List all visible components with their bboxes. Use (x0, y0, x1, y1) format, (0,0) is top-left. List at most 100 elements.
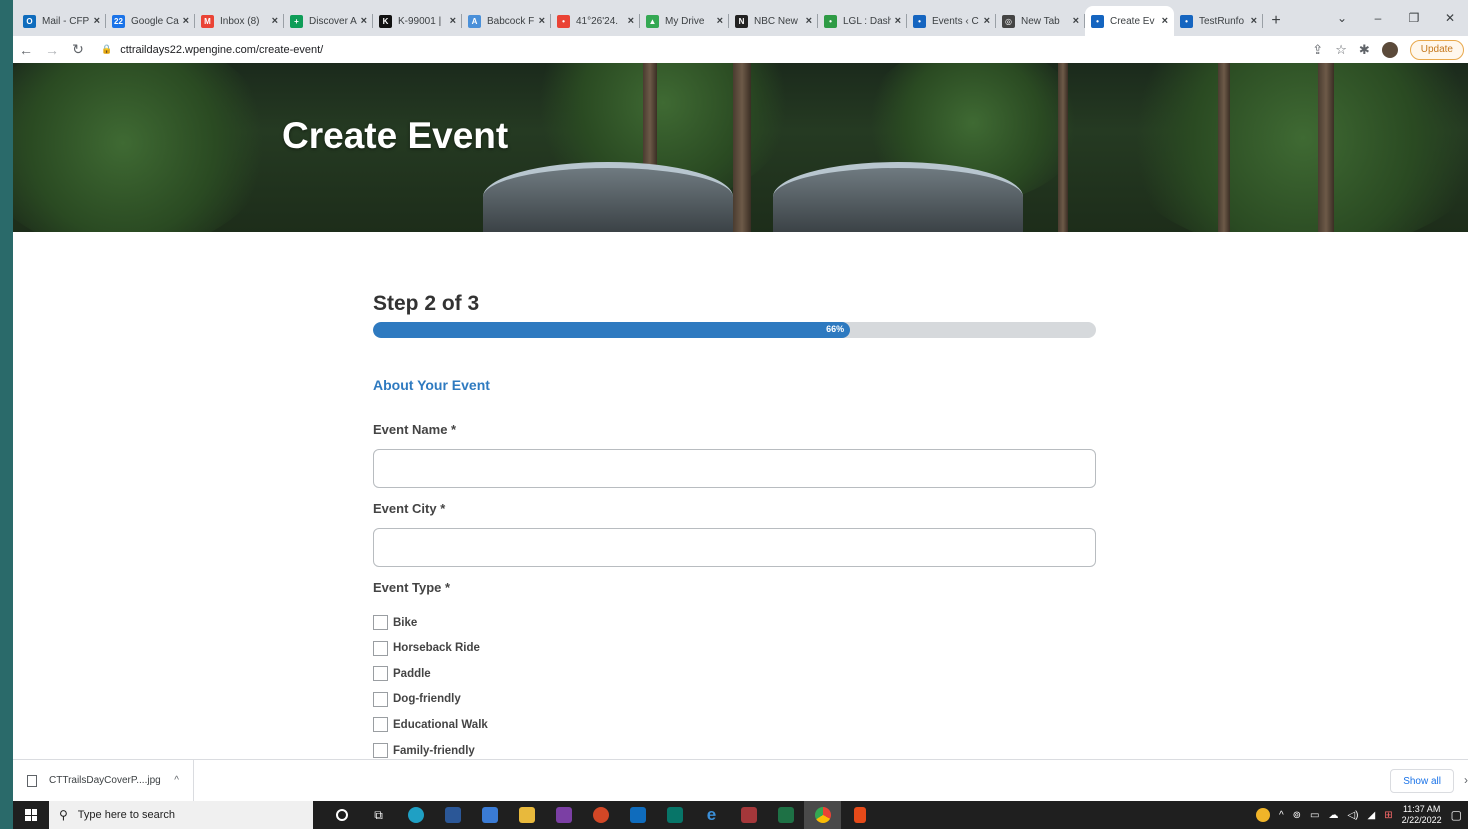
taskbar-search[interactable]: ⚲ Type here to search (49, 801, 313, 829)
event-type-option[interactable]: Dog-friendly (373, 691, 461, 707)
taskbar-clock[interactable]: 11:37 AM 2/22/2022 (1402, 804, 1442, 826)
file-icon (27, 774, 37, 787)
chrome-icon[interactable] (804, 801, 841, 829)
browser-tab[interactable]: • LGL : Dash × (818, 6, 907, 36)
browser-tab[interactable]: N NBC New × (729, 6, 818, 36)
event-type-option[interactable]: Bike (373, 615, 417, 630)
event-type-option[interactable]: Horseback Ride (373, 640, 480, 656)
browser-tab[interactable]: ▲ My Drive × (640, 6, 729, 36)
back-arrow-icon[interactable]: ← (13, 42, 39, 58)
progress-percent-label: 66% (826, 324, 845, 334)
browser-tab[interactable]: ◎ New Tab × (996, 6, 1085, 36)
calculator-icon[interactable] (471, 801, 508, 829)
taskbar-apps: ⧉ e (323, 801, 878, 829)
window-controls: ⌄ – ❐ ✕ (1324, 0, 1468, 36)
access-icon[interactable] (730, 801, 767, 829)
start-button[interactable] (13, 801, 49, 829)
tab-close-icon[interactable]: × (539, 15, 545, 27)
checkbox[interactable] (373, 666, 388, 682)
checkbox[interactable] (373, 743, 388, 758)
tab-close-icon[interactable]: × (1073, 15, 1079, 27)
show-all-button[interactable]: Show all (1390, 769, 1454, 793)
clock-time: 11:37 AM (1402, 804, 1441, 814)
browser-tab[interactable]: • 41°26'24. × (551, 6, 640, 36)
tab-close-icon[interactable]: × (1162, 15, 1168, 27)
tab-favicon-icon: • (1091, 14, 1104, 28)
minimize-button[interactable]: – (1360, 11, 1396, 25)
event-type-option[interactable]: Educational Walk (373, 717, 488, 733)
checkbox[interactable] (373, 640, 388, 656)
tab-close-icon[interactable]: × (628, 15, 634, 27)
excel-icon[interactable] (767, 801, 804, 829)
checkbox[interactable] (373, 615, 388, 630)
tray-app-icon[interactable]: ⊚ (1293, 810, 1301, 821)
event-name-input[interactable] (373, 449, 1096, 488)
internet-explorer-icon[interactable]: e (693, 801, 730, 829)
browser-tab[interactable]: • Create Ev × (1085, 6, 1174, 36)
bookmark-star-icon[interactable]: ☆ (1335, 42, 1347, 58)
browser-tab[interactable]: • TestRunfo × (1174, 6, 1263, 36)
tab-close-icon[interactable]: × (984, 15, 990, 27)
publisher-icon[interactable] (656, 801, 693, 829)
checkbox[interactable] (373, 691, 388, 707)
task-view-icon[interactable]: ⧉ (360, 801, 397, 829)
edge-icon[interactable] (397, 801, 434, 829)
hero-tree-trunk (1058, 63, 1068, 232)
chevron-up-icon[interactable]: ^ (1279, 810, 1284, 821)
office-icon[interactable] (841, 801, 878, 829)
event-city-input[interactable] (373, 528, 1096, 567)
onenote-icon[interactable] (545, 801, 582, 829)
progress-bar: 66% (373, 322, 1096, 338)
tab-close-icon[interactable]: × (183, 15, 189, 27)
tab-close-icon[interactable]: × (450, 15, 456, 27)
event-type-option[interactable]: Family-friendly (373, 743, 475, 758)
tab-favicon-icon: ▲ (646, 14, 659, 28)
forward-arrow-icon[interactable]: → (39, 42, 65, 58)
outlook-icon[interactable] (619, 801, 656, 829)
reload-icon[interactable]: ↻ (65, 41, 91, 58)
close-downloads-icon[interactable]: › (1464, 773, 1468, 787)
update-button[interactable]: Update (1409, 39, 1464, 60)
tab-search-icon[interactable]: ⌄ (1324, 11, 1360, 25)
word-icon[interactable] (434, 801, 471, 829)
volume-icon[interactable]: ◁) (1347, 810, 1358, 821)
battery-icon[interactable]: ▭ (1310, 810, 1319, 821)
tab-close-icon[interactable]: × (94, 15, 100, 27)
close-window-button[interactable]: ✕ (1432, 11, 1468, 25)
powerpoint-icon[interactable] (582, 801, 619, 829)
network-icon[interactable]: ◢ (1368, 810, 1376, 821)
restore-button[interactable]: ❐ (1396, 11, 1432, 25)
tab-close-icon[interactable]: × (895, 15, 901, 27)
cortana-icon[interactable] (323, 801, 360, 829)
browser-tab[interactable]: + Discover A × (284, 6, 373, 36)
browser-tab[interactable]: A Babcock F × (462, 6, 551, 36)
event-type-option[interactable]: Paddle (373, 666, 431, 682)
browser-tab[interactable]: O Mail - CFP × (17, 6, 106, 36)
tab-close-icon[interactable]: × (1251, 15, 1257, 27)
notifications-icon[interactable]: ▢ (1451, 808, 1462, 822)
profile-avatar[interactable] (1381, 41, 1398, 58)
file-explorer-icon[interactable] (508, 801, 545, 829)
tab-close-icon[interactable]: × (361, 15, 367, 27)
download-item[interactable]: CTTrailsDayCoverP....jpg ^ (13, 759, 194, 802)
tab-close-icon[interactable]: × (272, 15, 278, 27)
browser-tab[interactable]: K K-99001 | × (373, 6, 462, 36)
checkbox[interactable] (373, 717, 388, 733)
tab-favicon-icon: M (201, 14, 214, 28)
extensions-puzzle-icon[interactable]: ✱ (1359, 42, 1370, 58)
browser-tab[interactable]: M Inbox (8) × (195, 6, 284, 36)
tab-close-icon[interactable]: × (806, 15, 812, 27)
language-icon[interactable]: ⊞ (1384, 810, 1392, 821)
chevron-up-icon[interactable]: ^ (174, 775, 179, 786)
browser-tab[interactable]: • Events ‹ C × (907, 6, 996, 36)
new-tab-button[interactable]: + (1263, 6, 1289, 36)
tab-close-icon[interactable]: × (717, 15, 723, 27)
browser-tab[interactable]: 22 Google Ca × (106, 6, 195, 36)
onedrive-cloud-icon[interactable]: ☁ (1328, 810, 1338, 821)
tab-title: My Drive (665, 15, 705, 27)
lock-icon[interactable]: 🔒 (101, 44, 112, 55)
tab-title: Mail - CFP (42, 15, 90, 27)
share-icon[interactable]: ⇪ (1312, 42, 1323, 58)
help-icon[interactable] (1255, 808, 1270, 822)
address-bar[interactable]: cttraildays22.wpengine.com/create-event/ (120, 44, 1312, 56)
